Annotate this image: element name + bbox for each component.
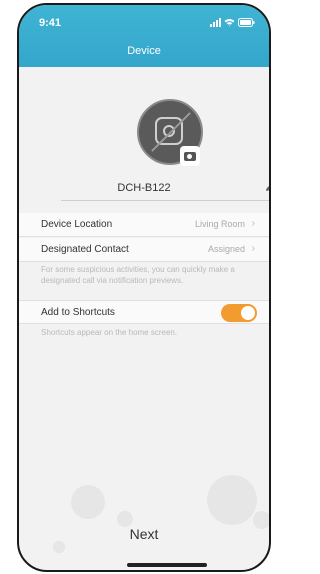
pencil-edit-icon[interactable] [264,180,269,192]
shortcuts-toggle[interactable] [221,304,257,322]
decorative-bubble [207,475,257,525]
designated-contact-value: Assigned [207,244,245,254]
designated-contact-label: Designated Contact [41,244,129,255]
page-title: Device [127,45,161,57]
next-button[interactable]: Next [19,526,269,542]
home-indicator [127,563,207,567]
contact-hint: For some suspicious activities, you can … [41,265,235,285]
chevron-right-icon: › [251,243,255,254]
battery-icon [238,18,255,27]
device-location-value: Living Room [194,219,245,229]
device-name: DCH-B122 [117,182,171,194]
device-location-label: Device Location [41,219,113,230]
signal-icon [210,18,221,27]
app-header: 9:41 Device [19,5,269,67]
shortcuts-row: Add to Shortcuts [19,300,269,324]
phone-frame: 9:41 Device DCH-B122 Device Location Liv… [17,3,271,572]
wifi-icon [224,18,235,27]
status-time: 9:41 [39,17,62,29]
shortcuts-label: Add to Shortcuts [41,307,115,318]
status-icons [210,18,255,27]
device-location-row[interactable]: Device Location Living Room › [19,213,269,237]
name-divider [61,200,269,201]
shortcuts-hint: Shortcuts appear on the home screen. [41,328,178,337]
designated-contact-row[interactable]: Designated Contact Assigned › [19,238,269,262]
chevron-right-icon: › [251,218,255,229]
decorative-bubble [71,485,105,519]
camera-icon[interactable] [180,146,200,166]
decorative-bubble [117,511,133,527]
decorative-bubble [53,541,65,553]
